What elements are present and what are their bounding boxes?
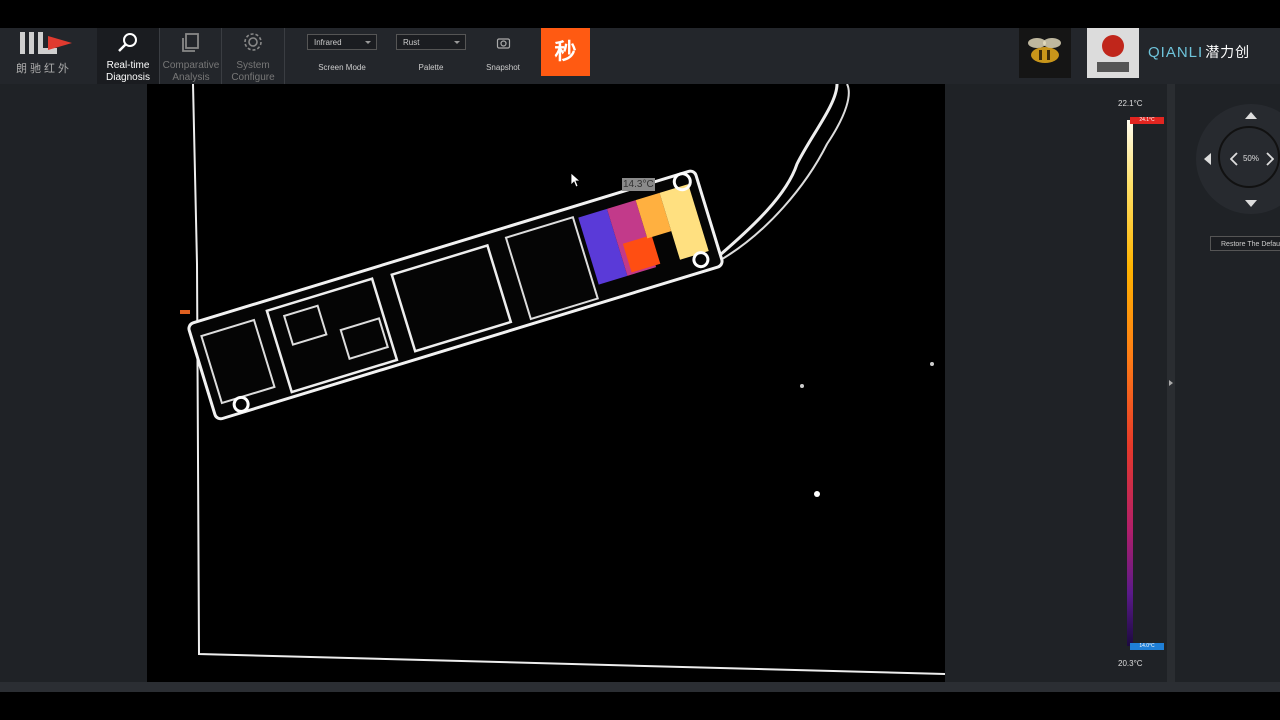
search-icon	[118, 33, 137, 52]
top-toolbar: 朗驰红外 Real-time Diagnosis Comparative Analy…	[0, 28, 1280, 84]
bottom-bar	[0, 682, 1280, 692]
gear-icon	[244, 33, 262, 51]
brand-name: QIANLI	[1148, 44, 1204, 61]
copy-icon	[182, 33, 199, 52]
snapshot-label: Snapshot	[486, 63, 520, 72]
arrow-up-icon[interactable]	[1245, 112, 1257, 119]
restore-default-button[interactable]: Restore The Default	[1210, 236, 1280, 251]
high-marker-tag[interactable]: 24.1°C	[1130, 117, 1164, 124]
pan-zoom-control[interactable]: 50%	[1196, 104, 1280, 214]
scale-max-temp: 22.1°C	[1118, 99, 1143, 108]
scale-panel	[945, 84, 1167, 682]
thermal-image	[147, 84, 945, 682]
nav-system-configure[interactable]: System Configure	[222, 28, 284, 84]
chevron-right-icon[interactable]	[1266, 152, 1274, 166]
nav-label: System Configure	[231, 60, 275, 83]
mouse-cursor-icon	[570, 172, 582, 188]
left-panel	[0, 84, 147, 682]
low-marker-tag[interactable]: 14.0°C	[1130, 643, 1164, 650]
mascot-icon	[1097, 35, 1129, 72]
screen-mode-select[interactable]: Infrared	[307, 34, 377, 50]
screen-mode-value: Infrared	[314, 38, 342, 47]
seconds-button[interactable]: 秒	[541, 28, 590, 76]
palette-select[interactable]: Rust	[396, 34, 466, 50]
logo-mark-icon	[20, 32, 72, 54]
chevron-down-icon	[365, 41, 371, 44]
brand-cn: 潜力创	[1205, 44, 1251, 60]
bee-icon	[1028, 38, 1061, 63]
bee-logo	[1019, 28, 1071, 78]
nav-separator	[284, 28, 285, 84]
chevron-down-icon	[454, 41, 460, 44]
thermal-viewport[interactable]: 14.3°C	[147, 84, 945, 682]
app-logo: 朗驰红外	[0, 28, 96, 84]
arrow-left-icon[interactable]	[1204, 153, 1211, 165]
cursor-temperature: 14.3°C	[622, 178, 655, 191]
arrow-down-icon[interactable]	[1245, 200, 1257, 207]
screen-mode-label: Screen Mode	[318, 63, 366, 72]
palette-value: Rust	[403, 38, 420, 47]
mascot-logo	[1087, 28, 1139, 78]
brand-logo: QIANLI 潜力创	[1148, 42, 1250, 62]
collapse-arrow-icon[interactable]	[1169, 380, 1173, 386]
nav-label: Real-time Diagnosis	[106, 60, 150, 83]
logo-text: 朗驰红外	[16, 63, 72, 75]
nav-label: Comparative Analysis	[162, 60, 220, 83]
palette-label: Palette	[418, 63, 444, 72]
scale-min-temp: 20.3°C	[1118, 659, 1143, 668]
camera-icon[interactable]	[496, 36, 511, 50]
nav-real-time-diagnosis[interactable]: Real-time Diagnosis	[97, 28, 159, 84]
temperature-color-bar	[1127, 120, 1133, 646]
nav-comparative-analysis[interactable]: Comparative Analysis	[160, 28, 222, 84]
chevron-left-icon[interactable]	[1230, 152, 1238, 166]
